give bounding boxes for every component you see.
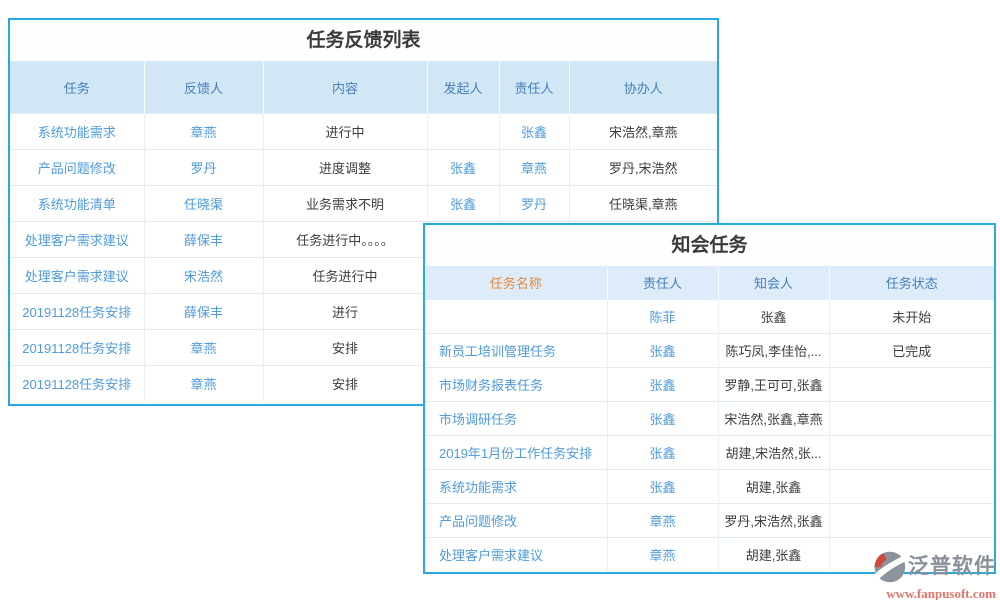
responsible-cell[interactable]: 章燕 [606,536,718,571]
feedback-person-cell[interactable]: 章燕 [143,328,263,365]
notified-cell: 宋浩然,张鑫,章燕 [717,400,829,435]
brand-name: 泛普软件 [908,555,996,579]
task-name-cell[interactable]: 新员工培训管理任务 [425,332,607,367]
responsible-cell[interactable]: 张鑫 [606,332,718,367]
task-name-cell[interactable]: 市场财务报表任务 [425,366,607,401]
notify-table: 任务名称 责任人 知会人 任务状态 陈菲 张鑫 未开始 新员工培训管理任务 张鑫… [425,267,994,571]
table-row: 新员工培训管理任务 张鑫 陈巧凤,李佳怡,... 已完成 [425,332,994,367]
column-header-notified: 知会人 [717,267,829,299]
task-name-cell[interactable]: 产品问题修改 [425,502,607,537]
responsible-cell[interactable]: 罗丹 [498,184,569,221]
fanpu-logo-icon [871,551,907,583]
notified-cell: 胡建,张鑫 [717,536,829,571]
notified-cell: 罗丹,宋浩然,张鑫 [717,502,829,537]
status-cell [828,366,994,401]
content-cell: 进行 [262,292,427,329]
status-cell: 已完成 [828,332,994,367]
notify-table-title: 知会任务 [425,225,994,267]
table-row: 陈菲 张鑫 未开始 [425,298,994,333]
task-name-cell[interactable]: 2019年1月份工作任务安排 [425,434,607,469]
column-header-status: 任务状态 [828,267,994,299]
task-cell[interactable]: 系统功能需求 [10,112,144,149]
task-name-cell[interactable]: 处理客户需求建议 [425,536,607,571]
task-cell[interactable]: 产品问题修改 [10,148,144,185]
status-cell [828,400,994,435]
table-row: 2019年1月份工作任务安排 张鑫 胡建,宋浩然,张... [425,434,994,469]
responsible-cell[interactable]: 张鑫 [606,434,718,469]
table-row: 系统功能需求 章燕 进行中 张鑫 宋浩然,章燕 [10,112,717,149]
task-name-cell[interactable] [425,298,607,333]
responsible-cell[interactable]: 章燕 [498,148,569,185]
feedback-person-cell[interactable]: 薛保丰 [143,220,263,257]
column-header-initiator: 发起人 [426,62,499,113]
feedback-table-title: 任务反馈列表 [10,20,717,62]
content-cell: 进行中 [262,112,427,149]
responsible-cell[interactable]: 张鑫 [606,366,718,401]
feedback-person-cell[interactable]: 宋浩然 [143,256,263,293]
content-cell: 进度调整 [262,148,427,185]
table-row: 系统功能需求 张鑫 胡建,张鑫 [425,468,994,503]
responsible-cell[interactable]: 陈菲 [606,298,718,333]
feedback-person-cell[interactable]: 章燕 [143,112,263,149]
initiator-cell[interactable]: 张鑫 [426,184,499,221]
content-cell: 安排 [262,328,427,365]
task-cell[interactable]: 20191128任务安排 [10,328,144,365]
notify-header-row: 任务名称 责任人 知会人 任务状态 [425,267,994,299]
column-header-feedback-person: 反馈人 [143,62,263,113]
table-row: 产品问题修改 罗丹 进度调整 张鑫 章燕 罗丹,宋浩然 [10,148,717,185]
content-cell: 任务进行中 [262,256,427,293]
assistants-cell: 宋浩然,章燕 [568,112,717,149]
assistants-cell: 任晓渠,章燕 [568,184,717,221]
task-name-cell[interactable]: 市场调研任务 [425,400,607,435]
responsible-cell[interactable]: 章燕 [606,502,718,537]
responsible-cell[interactable]: 张鑫 [606,468,718,503]
status-cell [828,434,994,469]
notified-cell: 张鑫 [717,298,829,333]
notified-cell: 胡建,张鑫 [717,468,829,503]
column-header-responsible: 责任人 [606,267,718,299]
content-cell: 安排 [262,364,427,401]
initiator-cell[interactable]: 张鑫 [426,148,499,185]
column-header-responsible: 责任人 [498,62,569,113]
task-cell[interactable]: 20191128任务安排 [10,364,144,401]
feedback-person-cell[interactable]: 章燕 [143,364,263,401]
column-header-content: 内容 [262,62,427,113]
content-cell: 任务进行中。。。。 [262,220,427,257]
assistants-cell: 罗丹,宋浩然 [568,148,717,185]
task-cell[interactable]: 系统功能清单 [10,184,144,221]
column-header-task: 任务 [10,62,144,113]
column-header-task-name: 任务名称 [425,267,607,299]
notified-cell: 胡建,宋浩然,张... [717,434,829,469]
notified-cell: 罗静,王可可,张鑫 [717,366,829,401]
table-row: 市场调研任务 张鑫 宋浩然,张鑫,章燕 [425,400,994,435]
responsible-cell[interactable]: 张鑫 [606,400,718,435]
status-cell [828,468,994,503]
status-cell [828,502,994,537]
task-name-cell[interactable]: 系统功能需求 [425,468,607,503]
column-header-assistants: 协办人 [568,62,717,113]
table-row: 系统功能清单 任晓渠 业务需求不明 张鑫 罗丹 任晓渠,章燕 [10,184,717,221]
task-cell[interactable]: 处理客户需求建议 [10,256,144,293]
brand-watermark: 泛普软件 www.fanpusoft.com [858,549,996,600]
feedback-person-cell[interactable]: 罗丹 [143,148,263,185]
notified-cell: 陈巧凤,李佳怡,... [717,332,829,367]
feedback-person-cell[interactable]: 任晓渠 [143,184,263,221]
content-cell: 业务需求不明 [262,184,427,221]
page-background: 任务反馈列表 任务 反馈人 内容 发起人 责任人 协办人 系统功能需求 章燕 进… [0,0,1000,600]
notify-table-card: 知会任务 任务名称 责任人 知会人 任务状态 陈菲 张鑫 未开始 新员工培训管理… [423,223,996,574]
feedback-header-row: 任务 反馈人 内容 发起人 责任人 协办人 [10,62,717,113]
status-cell: 未开始 [828,298,994,333]
task-cell[interactable]: 处理客户需求建议 [10,220,144,257]
feedback-person-cell[interactable]: 薛保丰 [143,292,263,329]
task-cell[interactable]: 20191128任务安排 [10,292,144,329]
brand-url: www.fanpusoft.com [886,586,996,600]
responsible-cell[interactable]: 张鑫 [498,112,569,149]
table-row: 市场财务报表任务 张鑫 罗静,王可可,张鑫 [425,366,994,401]
initiator-cell[interactable] [426,112,499,149]
table-row: 产品问题修改 章燕 罗丹,宋浩然,张鑫 [425,502,994,537]
